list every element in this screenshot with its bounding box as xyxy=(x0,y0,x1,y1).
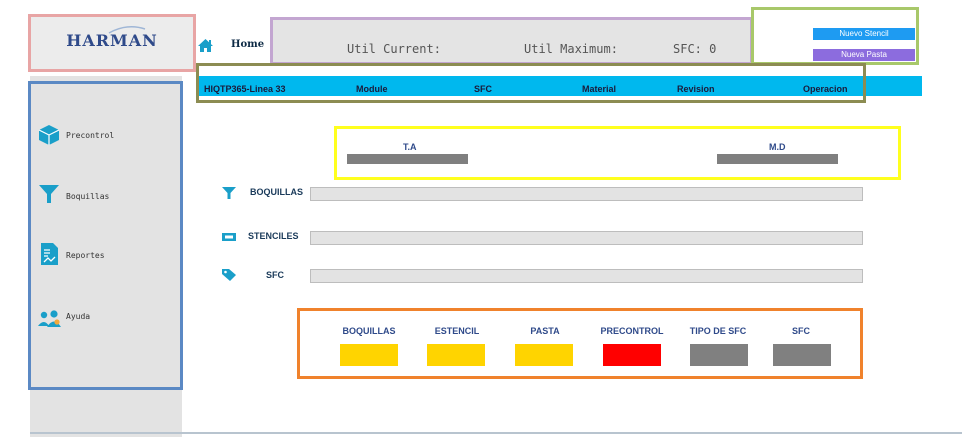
status-swatch-sfc xyxy=(773,344,831,366)
util-current-label: Util Current: xyxy=(347,42,441,56)
column-module: Module xyxy=(356,84,388,94)
ta-bar xyxy=(347,154,468,164)
sidebar-item-boquillas[interactable]: Boquillas xyxy=(38,183,178,207)
stenciles-field-label: STENCILES xyxy=(248,231,299,241)
logo-area: HARMAN xyxy=(28,14,196,72)
boquillas-field[interactable] xyxy=(310,187,863,201)
status-label-estencil: ESTENCIL xyxy=(434,326,480,336)
report-icon xyxy=(41,243,58,265)
util-maximum-label: Util Maximum: xyxy=(524,42,618,56)
line-name: HIQTP365-Linea 33 xyxy=(204,84,286,94)
column-revision: Revision xyxy=(677,84,715,94)
utilization-panel: Util Current: Util Maximum: SFC: 0 xyxy=(270,17,753,65)
nuevo-stencil-button[interactable]: Nuevo Stencil xyxy=(813,28,915,40)
sfc-count-label: SFC: 0 xyxy=(673,42,717,56)
sidebar-item-label: Precontrol xyxy=(66,131,115,140)
status-label-sfc: SFC xyxy=(792,326,810,336)
home-icon[interactable] xyxy=(197,38,214,53)
md-label: M.D xyxy=(769,142,786,152)
nueva-pasta-button[interactable]: Nueva Pasta xyxy=(813,49,915,61)
status-swatch-precontrol xyxy=(603,344,661,366)
tag-icon xyxy=(222,269,236,281)
cube-icon xyxy=(38,125,60,145)
context-bar-outline xyxy=(196,63,866,103)
home-link[interactable]: Home xyxy=(231,39,264,50)
sidebar-item-reportes[interactable]: Reportes xyxy=(38,242,178,268)
boquillas-field-label: BOQUILLAS xyxy=(250,187,303,197)
ta-md-panel: T.A M.D xyxy=(334,126,901,180)
people-icon xyxy=(38,310,61,327)
status-label-pasta: PASTA xyxy=(530,326,560,336)
funnel-icon xyxy=(222,187,236,199)
column-operacion: Operacion xyxy=(803,84,848,94)
md-bar xyxy=(717,154,838,164)
status-swatch-tipo-de-sfc xyxy=(690,344,748,366)
sfc-field[interactable] xyxy=(310,269,863,283)
status-swatch-estencil xyxy=(427,344,485,366)
action-buttons-panel: Nuevo Stencil Nueva Pasta xyxy=(751,7,919,65)
status-label-precontrol: PRECONTROL xyxy=(600,326,664,336)
sidebar-item-precontrol[interactable]: Precontrol xyxy=(38,124,178,148)
funnel-icon xyxy=(39,185,59,203)
sidebar-item-label: Reportes xyxy=(66,251,105,260)
bottom-divider xyxy=(30,432,962,434)
status-label-boquillas: BOQUILLAS xyxy=(342,326,396,336)
sidebar-item-ayuda[interactable]: Ayuda xyxy=(38,308,178,330)
ta-label: T.A xyxy=(403,142,417,152)
column-material: Material xyxy=(582,84,617,94)
status-label-tipo-de-sfc: TIPO DE SFC xyxy=(689,326,747,336)
sidebar-item-label: Ayuda xyxy=(66,312,91,321)
status-swatch-pasta xyxy=(515,344,573,366)
stenciles-field[interactable] xyxy=(310,231,863,245)
stencil-icon xyxy=(222,233,236,241)
status-swatch-boquillas xyxy=(340,344,398,366)
column-sfc: SFC xyxy=(474,84,492,94)
status-panel: BOQUILLAS ESTENCIL PASTA PRECONTROL TIPO… xyxy=(297,308,863,379)
harman-logo: HARMAN xyxy=(66,31,158,50)
sfc-field-label: SFC xyxy=(266,270,284,280)
sidebar-item-label: Boquillas xyxy=(66,192,110,201)
